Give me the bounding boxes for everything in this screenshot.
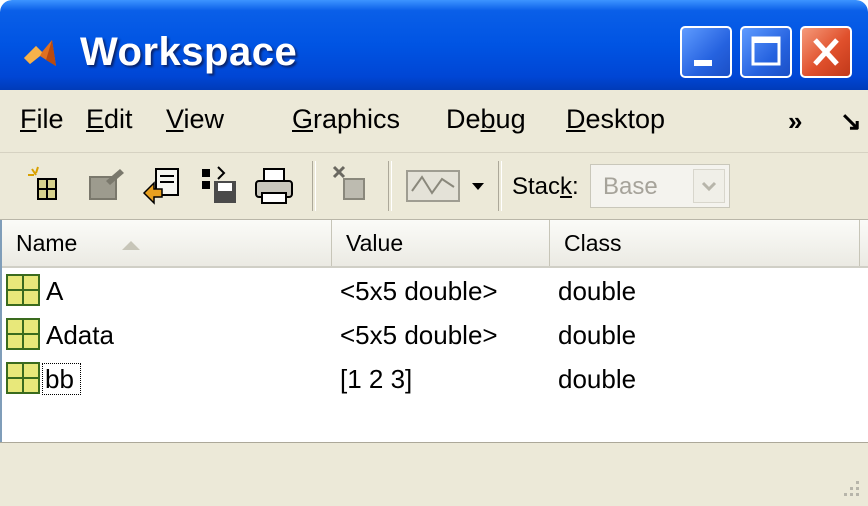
window-title: Workspace <box>80 30 298 74</box>
matrix-variable-icon <box>6 362 40 394</box>
variable-name: bb <box>42 363 81 395</box>
new-variable-icon[interactable] <box>24 163 68 207</box>
stack-label: Stack: <box>512 173 579 200</box>
column-header-class[interactable]: Class <box>550 220 860 266</box>
menu-view[interactable]: View <box>166 104 224 135</box>
table-row[interactable]: A <5x5 double> double <box>2 268 868 312</box>
variable-name: Adata <box>46 320 114 350</box>
toolbar-separator <box>312 161 316 211</box>
menu-graphics[interactable]: Graphics <box>292 104 400 135</box>
close-icon <box>813 38 839 66</box>
stack-dropdown-value: Base <box>603 173 658 200</box>
stack-dropdown-button[interactable] <box>693 169 725 203</box>
variable-class: double <box>558 276 637 306</box>
menu-edit[interactable]: Edit <box>86 104 133 135</box>
plot-dropdown-arrow-icon[interactable] <box>466 163 490 207</box>
table-row[interactable]: bb [1 2 3] double <box>2 356 868 400</box>
menu-file[interactable]: File <box>20 104 64 135</box>
status-bar <box>0 442 868 506</box>
toolbar-separator <box>498 161 502 211</box>
chevron-down-icon <box>701 181 717 192</box>
minimize-button[interactable] <box>680 26 732 78</box>
column-header-value[interactable]: Value <box>332 220 550 266</box>
maximize-button[interactable] <box>740 26 792 78</box>
variable-name: A <box>46 276 64 306</box>
import-data-icon[interactable] <box>140 163 184 207</box>
table-row[interactable]: Adata <5x5 double> double <box>2 312 868 356</box>
plot-selection-icon[interactable] <box>404 163 462 207</box>
variable-value: [1 2 3] <box>340 364 413 394</box>
menu-desktop[interactable]: Desktop <box>566 104 665 135</box>
menu-debug[interactable]: Debug <box>446 104 526 135</box>
matrix-variable-icon <box>6 318 40 350</box>
toolbar: Stack: Base <box>0 153 868 220</box>
minimize-icon <box>694 60 712 66</box>
maximize-icon <box>751 36 781 66</box>
workspace-window: Workspace File Edit View Graphics Debug … <box>0 0 868 506</box>
close-button[interactable] <box>800 26 852 78</box>
print-icon[interactable] <box>252 163 296 207</box>
variables-table: Name Value Class A <5x5 double> double A… <box>0 220 868 442</box>
menu-bar: File Edit View Graphics Debug Desktop » … <box>0 90 868 153</box>
column-header-name[interactable]: Name <box>2 220 332 266</box>
save-workspace-icon[interactable] <box>196 163 240 207</box>
menu-overflow-icon[interactable]: » <box>788 106 802 137</box>
matrix-variable-icon <box>6 274 40 306</box>
variable-value: <5x5 double> <box>340 276 498 306</box>
open-selection-icon[interactable] <box>84 163 128 207</box>
resize-grip-icon[interactable] <box>842 479 862 499</box>
variable-class: double <box>558 320 637 350</box>
sort-ascending-icon <box>122 241 140 250</box>
undock-arrow-icon[interactable]: ↘ <box>840 106 862 137</box>
focused-variable-name[interactable]: bb <box>42 363 81 395</box>
toolbar-separator <box>388 161 392 211</box>
title-bar[interactable]: Workspace <box>0 0 868 90</box>
matlab-logo-icon <box>24 40 56 66</box>
delete-variable-icon[interactable] <box>330 163 374 207</box>
stack-dropdown[interactable]: Base <box>590 164 730 208</box>
variable-value: <5x5 double> <box>340 320 498 350</box>
variable-class: double <box>558 364 637 394</box>
table-header: Name Value Class <box>2 220 868 268</box>
